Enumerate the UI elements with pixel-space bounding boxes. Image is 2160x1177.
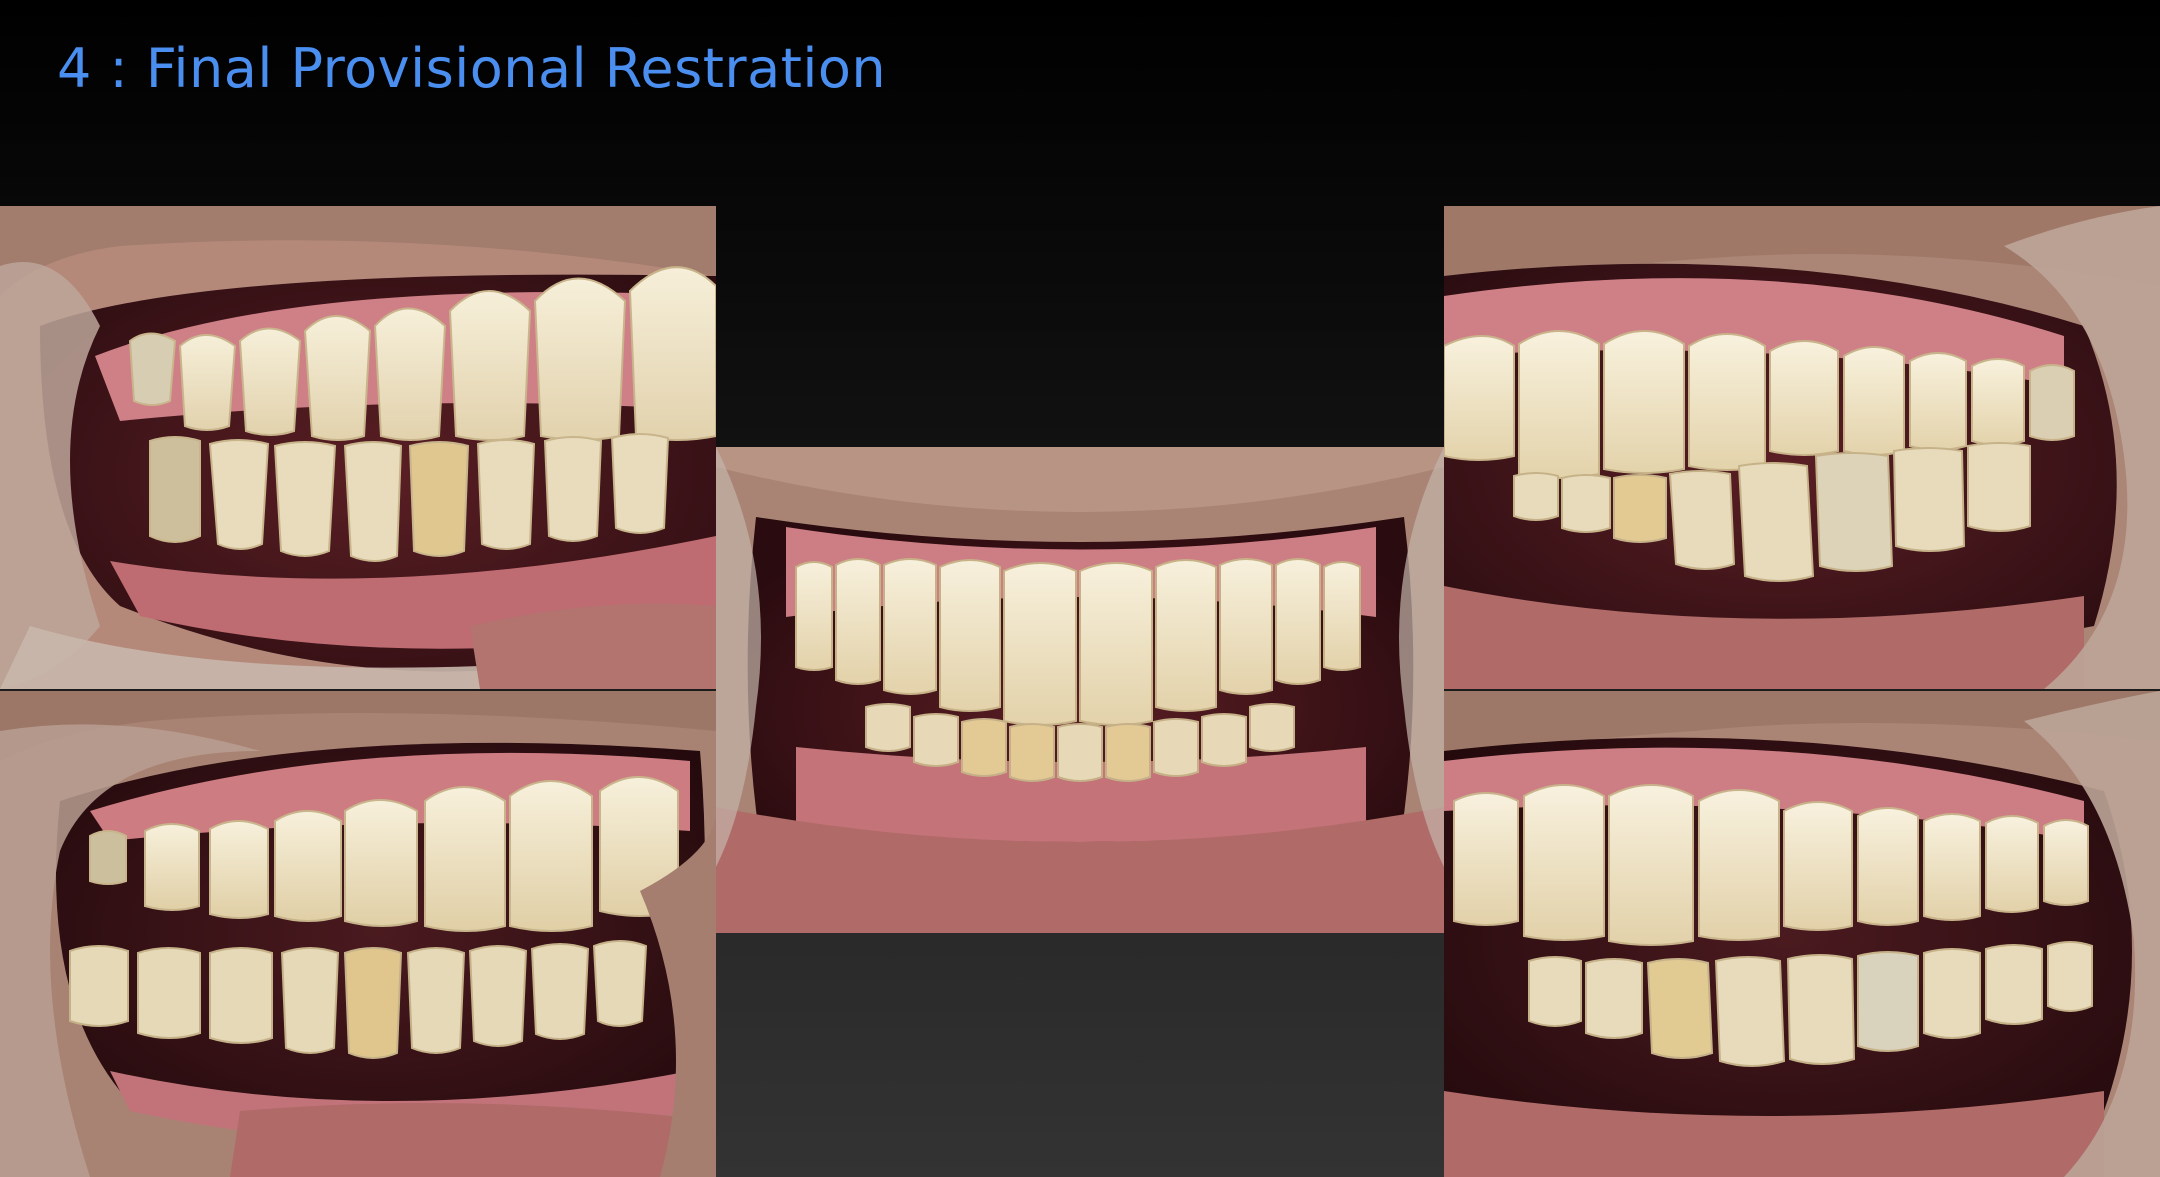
intraoral-photo-lower-left: [0, 691, 716, 1177]
intraoral-photo-upper-right: [1444, 206, 2160, 689]
slide-title: 4 : Final Provisional Restration: [57, 37, 887, 100]
intraoral-photo-upper-left-graphic: [0, 206, 716, 689]
intraoral-photo-upper-right-graphic: [1444, 206, 2160, 689]
intraoral-photo-lower-right-graphic: [1444, 691, 2160, 1177]
intraoral-photo-lower-left-graphic: [0, 691, 716, 1177]
intraoral-photo-lower-right: [1444, 691, 2160, 1177]
intraoral-photo-center: [716, 447, 1444, 933]
intraoral-photo-center-graphic: [716, 447, 1444, 933]
intraoral-photo-upper-left: [0, 206, 716, 689]
